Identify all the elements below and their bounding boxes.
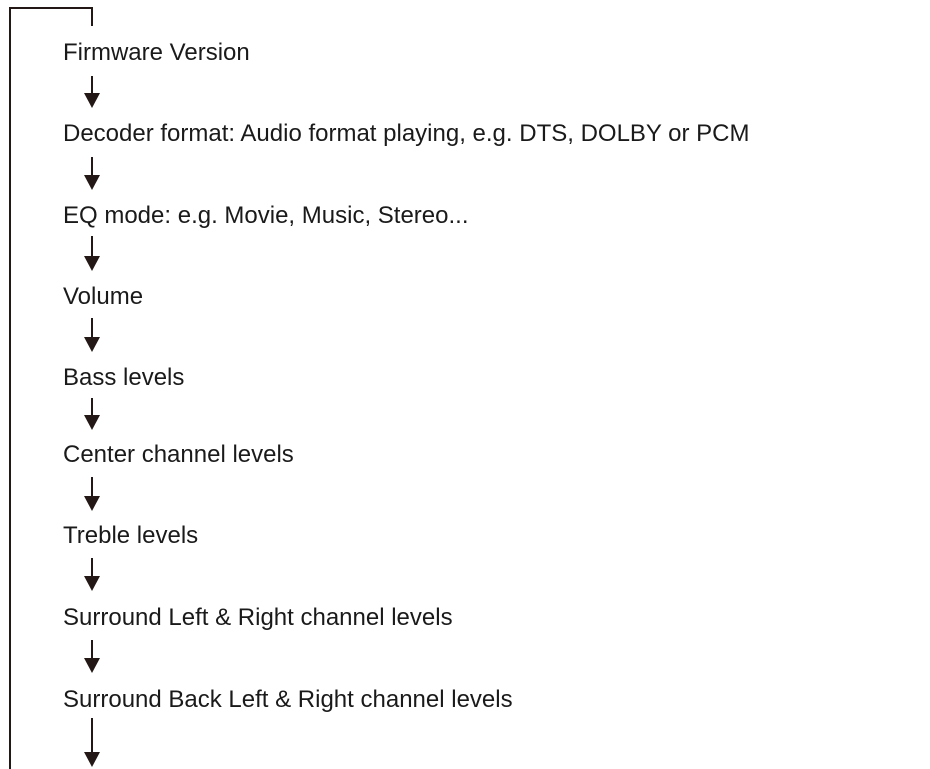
step-surround-lr: Surround Left & Right channel levels bbox=[63, 604, 453, 631]
arrow-head-4 bbox=[84, 337, 100, 352]
arrow-head-3 bbox=[84, 256, 100, 271]
step-surround-back-lr: Surround Back Left & Right channel level… bbox=[63, 686, 513, 713]
arrow-head-5 bbox=[84, 415, 100, 430]
arrow-head-7 bbox=[84, 576, 100, 591]
arrow-head-8 bbox=[84, 658, 100, 673]
step-firmware-version: Firmware Version bbox=[63, 39, 250, 66]
step-eq-mode: EQ mode: e.g. Movie, Music, Stereo... bbox=[63, 202, 469, 229]
arrow-head-9 bbox=[84, 752, 100, 767]
flow-diagram: Firmware Version Decoder format: Audio f… bbox=[0, 0, 930, 769]
step-bass-levels: Bass levels bbox=[63, 364, 185, 391]
arrow-head-6 bbox=[84, 496, 100, 511]
step-decoder-format: Decoder format: Audio format playing, e.… bbox=[63, 120, 750, 147]
step-treble-levels: Treble levels bbox=[63, 522, 199, 549]
step-center-channel: Center channel levels bbox=[63, 441, 294, 468]
arrow-head-1 bbox=[84, 93, 100, 108]
arrows-group bbox=[84, 76, 100, 767]
step-volume: Volume bbox=[63, 283, 144, 310]
arrow-head-2 bbox=[84, 175, 100, 190]
